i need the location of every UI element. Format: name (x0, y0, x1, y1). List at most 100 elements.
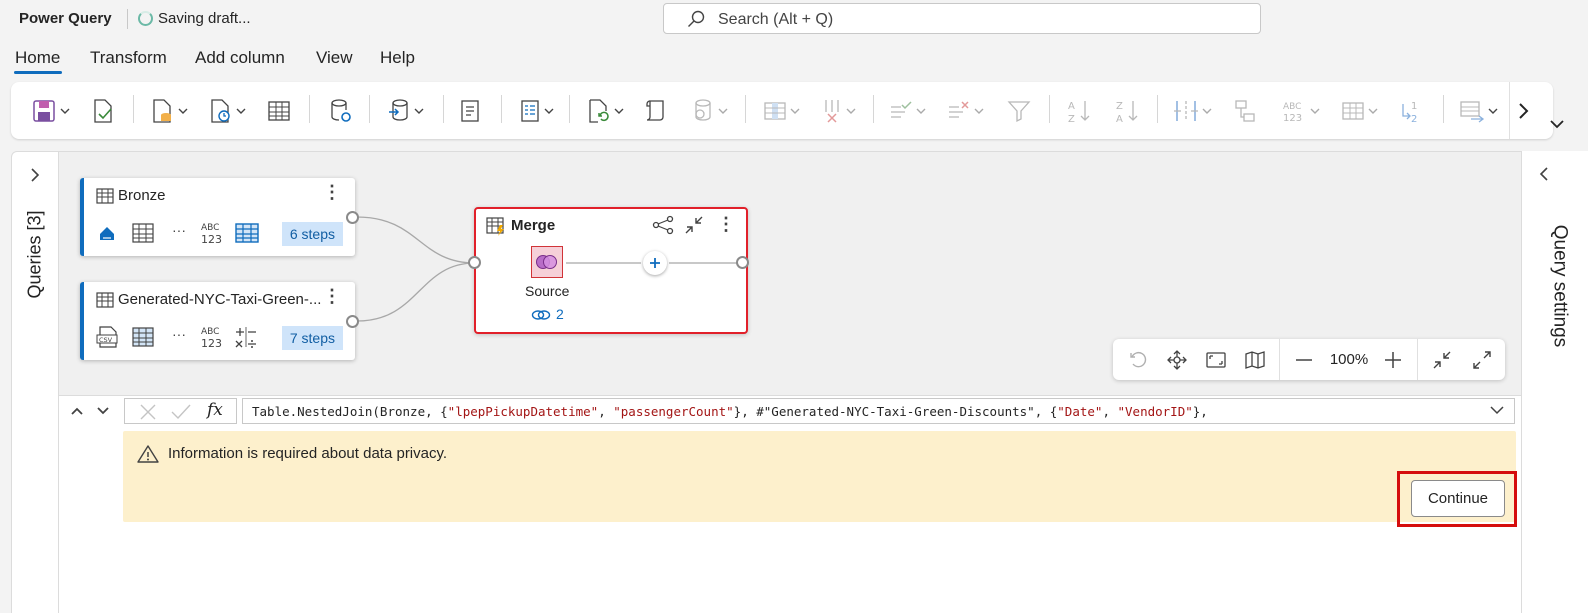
replace-values-button[interactable]: 12 (1399, 82, 1423, 139)
remove-rows-button[interactable] (947, 82, 984, 139)
chevron-down-icon[interactable] (96, 405, 110, 417)
formula-text[interactable]: Table.NestedJoin(Bronze, {"lpepPickupDat… (252, 404, 1208, 419)
minimap-button[interactable] (1242, 339, 1268, 380)
fit-to-screen-button[interactable] (1203, 339, 1229, 380)
formula-string: "VendorID" (1117, 404, 1193, 419)
remove-columns-button[interactable] (821, 82, 856, 139)
ribbon-divider (873, 95, 874, 123)
undo-button[interactable] (1125, 339, 1151, 380)
formula-string: "lpepPickupDatetime" (447, 404, 599, 419)
sort-ascending-button[interactable]: AZ (1067, 82, 1091, 139)
formula-bar[interactable]: Table.NestedJoin(Bronze, {"lpepPickupDat… (242, 398, 1515, 424)
group-by-icon (1235, 99, 1255, 122)
enter-data-button[interactable] (267, 82, 291, 139)
formula-actions: fx (124, 398, 237, 424)
refresh-icon (589, 98, 609, 123)
steps-badge[interactable]: 7 steps (281, 326, 343, 350)
tab-view[interactable]: View (316, 48, 353, 68)
tab-home[interactable]: Home (15, 48, 60, 68)
output-port[interactable] (346, 315, 359, 328)
svg-text:ABC: ABC (201, 223, 219, 233)
output-port[interactable] (346, 211, 359, 224)
save-button[interactable] (31, 82, 70, 139)
chevron-down-icon (1488, 108, 1498, 114)
checkmark-icon[interactable] (171, 403, 191, 421)
refresh-button[interactable] (587, 82, 624, 139)
data-type-step-icon: ABC123 (201, 223, 222, 246)
cancel-icon[interactable] (139, 403, 157, 421)
choose-columns-icon (764, 101, 786, 120)
advanced-editor-button[interactable] (519, 82, 554, 139)
query-settings-label[interactable]: Query settings (1549, 214, 1571, 359)
sort-descending-button[interactable]: ZA (1115, 82, 1139, 139)
pan-icon (1167, 349, 1187, 370)
manage-connections-icon (389, 98, 408, 121)
recent-sources-button[interactable] (209, 82, 246, 139)
combine-button[interactable] (1459, 82, 1498, 139)
query-card-bronze[interactable]: Bronze ⋮ ··· ABC 123 6 steps (80, 178, 355, 256)
manage-parameters-icon (695, 98, 711, 121)
fx-icon[interactable]: fx (207, 400, 223, 420)
svg-text:A: A (1068, 101, 1075, 112)
options-button[interactable] (643, 82, 667, 139)
output-port[interactable] (736, 256, 749, 269)
validate-button[interactable] (91, 82, 115, 139)
chevron-down-icon (60, 108, 70, 114)
choose-columns-button[interactable] (763, 82, 800, 139)
chevron-down-icon[interactable] (1489, 403, 1505, 417)
steps-badge[interactable]: 6 steps (281, 222, 343, 246)
keep-rows-button[interactable] (889, 82, 926, 139)
combine-icon (1460, 100, 1485, 123)
more-options-icon[interactable]: ⋮ (323, 183, 341, 201)
split-column-button[interactable] (1173, 82, 1212, 139)
chevron-up-icon[interactable] (70, 405, 84, 417)
add-step-button[interactable] (643, 251, 667, 275)
tab-transform[interactable]: Transform (90, 48, 167, 68)
zoom-in-button[interactable] (1380, 339, 1406, 380)
diagram-view-controls: 100% (1113, 339, 1505, 380)
queries-pane-label[interactable]: Queries [3] (25, 210, 46, 300)
ellipsis-icon: ··· (172, 326, 186, 342)
manage-connections-button[interactable] (387, 82, 424, 139)
merge-query-card[interactable]: Merge ⋮ Source 2 (468, 207, 749, 334)
continue-button[interactable]: Continue (1411, 480, 1505, 517)
chevron-down-icon (1202, 108, 1212, 114)
tab-help[interactable]: Help (380, 48, 415, 68)
table-step-icon (132, 223, 154, 243)
expand-all-button[interactable] (1469, 339, 1495, 380)
ribbon-scroll-right-button[interactable] (1509, 82, 1536, 139)
query-properties-button[interactable] (459, 82, 481, 139)
search-input[interactable]: Search (Alt + Q) (663, 3, 1261, 34)
more-options-icon[interactable]: ⋮ (323, 287, 341, 305)
filter-button[interactable] (1007, 82, 1031, 139)
table-blue-step-icon (235, 223, 259, 243)
source-step-button[interactable] (531, 246, 563, 278)
pan-button[interactable] (1164, 339, 1190, 380)
zoom-level[interactable]: 100% (1325, 339, 1373, 380)
table-blue-step-icon (132, 327, 154, 347)
collapse-all-button[interactable] (1429, 339, 1455, 380)
data-type-button[interactable]: ABC 123 (1281, 82, 1320, 139)
remove-rows-icon (949, 100, 969, 118)
manage-parameters-button[interactable] (691, 82, 728, 139)
expand-queries-icon[interactable] (29, 167, 41, 183)
zoom-out-button[interactable] (1291, 339, 1317, 380)
link-count[interactable]: 2 (556, 306, 564, 322)
input-port[interactable] (468, 256, 481, 269)
source-step-label: Source (525, 283, 570, 299)
group-by-button[interactable] (1233, 82, 1257, 139)
ribbon-divider (501, 95, 502, 123)
get-data-button[interactable] (151, 82, 188, 139)
use-first-row-headers-icon (1342, 101, 1364, 120)
formula-segment: Table.NestedJoin(Bronze, { (252, 404, 448, 419)
ribbon-divider (1157, 95, 1158, 123)
query-card-generated-nyc-taxi[interactable]: Generated-NYC-Taxi-Green-... ⋮ CSV ··· A… (80, 282, 355, 360)
chevron-down-icon (614, 108, 624, 114)
tab-add-column[interactable]: Add column (195, 48, 285, 68)
table-icon (96, 188, 114, 204)
chevron-right-icon (1519, 102, 1529, 119)
use-first-row-headers-button[interactable] (1341, 82, 1378, 139)
expand-settings-icon[interactable] (1538, 166, 1550, 182)
ribbon-collapse-toggle-icon[interactable] (1549, 118, 1565, 130)
data-source-settings-button[interactable] (329, 82, 353, 139)
